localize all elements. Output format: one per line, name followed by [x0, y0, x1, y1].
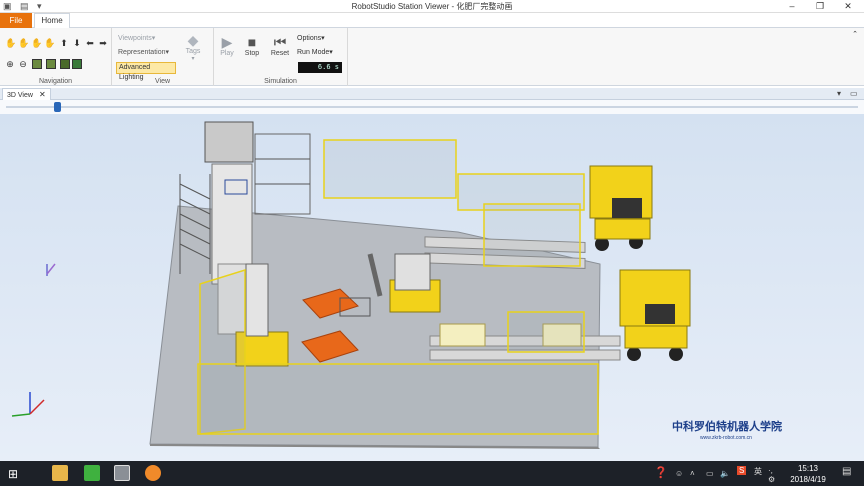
- viewpoints-label: Viewpoints: [118, 35, 152, 42]
- orbit-icon[interactable]: ✋: [31, 38, 42, 48]
- timeline-thumb[interactable]: [54, 102, 62, 112]
- reset-label: Reset: [270, 50, 290, 57]
- simulation-time-display: 6.6 s: [298, 62, 342, 73]
- file-explorer-icon[interactable]: [52, 465, 68, 481]
- play-label: Play: [220, 50, 234, 57]
- windows-taskbar: ⊞ ❓ ☺ ˄ ▭ 🔈 S 英 ·, ⚙ 15:13 2018/4/19 ▤: [0, 461, 864, 486]
- tag-icon: ◆: [187, 32, 199, 48]
- windows-start-icon[interactable]: ⊞: [8, 467, 22, 481]
- station-scene: [11, 121, 691, 449]
- arrow-up-icon[interactable]: ⬆: [59, 38, 69, 48]
- advanced-lighting-button[interactable]: Advanced Lighting: [116, 62, 176, 81]
- view-selected-icon[interactable]: [60, 59, 70, 69]
- tab-3d-view[interactable]: 3D View ✕: [2, 88, 51, 100]
- pan-hand-icon[interactable]: ✋: [5, 38, 16, 48]
- viewpoints-menu[interactable]: Viewpoints▾: [118, 34, 155, 42]
- stop-button[interactable]: ■ Stop: [239, 34, 265, 64]
- maximize-button[interactable]: ❐: [806, 0, 834, 13]
- watermark-logo-text: 中科罗伯特机器人学院: [672, 420, 782, 433]
- window-title: RobotStudio Station Viewer - 化肥厂完整动画: [351, 2, 513, 11]
- 3d-viewport[interactable]: 中科罗伯特机器人学院 www.zkrb-robot.com.cn: [0, 114, 864, 461]
- representation-label: Representation: [118, 49, 166, 56]
- options-menu[interactable]: Options▾: [297, 34, 325, 42]
- zoom-out-icon[interactable]: ⊖: [18, 59, 28, 69]
- close-button[interactable]: ✕: [834, 0, 862, 13]
- options-label: Options: [297, 35, 322, 42]
- rotate-hand-icon[interactable]: ✋: [18, 38, 29, 48]
- navigation-group-label: Navigation: [38, 78, 73, 85]
- ribbon-tab-strip: File Home: [0, 13, 864, 28]
- robotstudio-viewer-icon[interactable]: [114, 465, 130, 481]
- ime-settings-icon[interactable]: ⚙: [768, 475, 775, 484]
- axis-gizmo: [11, 263, 56, 417]
- volume-icon[interactable]: 🔈: [720, 469, 730, 478]
- view-all-icon[interactable]: [32, 59, 42, 69]
- forklifts: [589, 165, 691, 361]
- help-icon[interactable]: ❓: [654, 466, 668, 479]
- clock-date: 2018/4/19: [790, 475, 826, 484]
- close-tab-icon[interactable]: ✕: [39, 90, 46, 99]
- run-mode-menu[interactable]: Run Mode▾: [297, 48, 333, 56]
- document-tab-bar: 3D View ✕ ▾ ▭: [0, 88, 864, 100]
- punctuation-icon[interactable]: ·,: [768, 466, 773, 475]
- system-clock[interactable]: 15:13 2018/4/19: [786, 463, 830, 485]
- reset-button[interactable]: ⏮ Reset: [267, 34, 293, 64]
- simulation-group: ▶ Play ■ Stop ⏮ Reset Options▾ Run Mode▾…: [214, 28, 348, 86]
- ribbon: ✋ ✋ ✋ ✋ ⬆ ⬇ ⬅ ➡ ⊕ ⊖ Navigation Viewpoint…: [0, 28, 864, 86]
- panel-dropdown-icon[interactable]: ▾: [837, 88, 841, 100]
- navigation-group: ✋ ✋ ✋ ✋ ⬆ ⬇ ⬅ ➡ ⊕ ⊖ Navigation: [0, 28, 112, 86]
- representation-menu[interactable]: Representation▾: [118, 48, 169, 56]
- arrow-left-icon[interactable]: ⬅: [85, 38, 95, 48]
- timeline-slider[interactable]: [0, 100, 864, 114]
- timeline-track: [6, 106, 858, 108]
- title-bar: ▣ ▤ ▾ RobotStudio Station Viewer - 化肥厂完整…: [0, 0, 864, 13]
- wechat-icon[interactable]: [84, 465, 100, 481]
- tab-file[interactable]: File: [0, 13, 32, 28]
- reset-icon: ⏮: [273, 34, 287, 50]
- ribbon-collapse-icon[interactable]: ⌃: [850, 30, 860, 40]
- arrow-right-icon[interactable]: ➡: [98, 38, 108, 48]
- zoom-in-icon[interactable]: ⊕: [5, 59, 15, 69]
- view-center-icon[interactable]: [46, 59, 56, 69]
- stop-label: Stop: [244, 50, 260, 57]
- view-fit-icon[interactable]: [72, 59, 82, 69]
- tags-dropdown-icon: ▾: [191, 56, 195, 62]
- walk-icon[interactable]: ✋: [44, 38, 55, 48]
- emoji-icon[interactable]: ☺: [675, 469, 683, 478]
- arrow-down-icon[interactable]: ⬇: [72, 38, 82, 48]
- tags-label: Tags: [185, 48, 201, 55]
- play-icon: ▶: [221, 34, 233, 50]
- tab-3d-view-label: 3D View: [7, 92, 33, 99]
- panel-minimize-icon[interactable]: ▭: [850, 88, 858, 100]
- sogou-ime-icon[interactable]: S: [737, 466, 747, 475]
- simulation-group-label: Simulation: [264, 78, 297, 85]
- stop-icon: ■: [247, 34, 257, 50]
- clock-time: 15:13: [797, 464, 819, 473]
- minimize-button[interactable]: –: [778, 0, 806, 13]
- ime-language-indicator[interactable]: 英: [754, 466, 762, 477]
- tags-button[interactable]: ◆ Tags ▾: [180, 32, 206, 62]
- watermark-url: www.zkrb-robot.com.cn: [700, 435, 752, 441]
- play-button[interactable]: ▶ Play: [214, 34, 240, 64]
- tray-up-arrow-icon[interactable]: ˄: [690, 469, 695, 478]
- notification-center-icon[interactable]: ▤: [842, 466, 851, 477]
- run-mode-label: Run Mode: [297, 49, 330, 56]
- firefox-icon[interactable]: [145, 465, 161, 481]
- network-icon[interactable]: ▭: [706, 469, 714, 478]
- tab-home[interactable]: Home: [34, 13, 70, 28]
